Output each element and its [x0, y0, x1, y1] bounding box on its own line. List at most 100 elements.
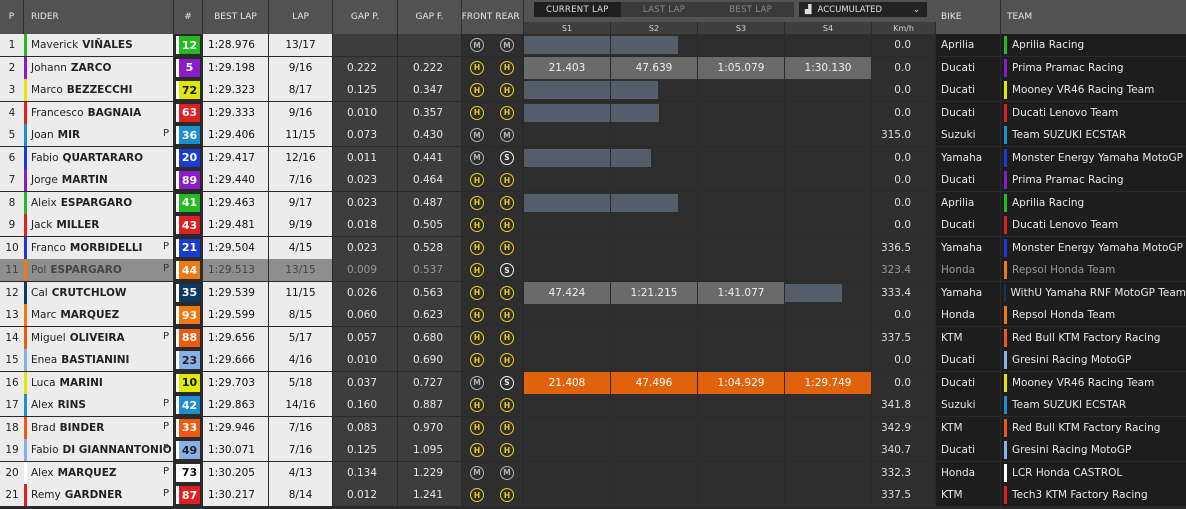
team-color-bar	[1004, 328, 1007, 347]
rider-name-cell[interactable]: Pol ESPARGARO P	[27, 259, 173, 281]
bike-cell: Yamaha	[936, 146, 1000, 169]
table-row[interactable]: 13 Marc MARQUEZ 93 1:29.599 8/15 0.060 0.623 H H 0…	[0, 304, 1186, 327]
rider-first-name: Fabio	[31, 151, 59, 164]
rider-name-cell[interactable]: Aleix ESPARGARO	[27, 191, 173, 214]
table-row[interactable]: 5 Joan MIR P 36 1:29.406 11/15 0.073 0.430 M M 315.…	[0, 124, 1186, 147]
tyre-compound-icon: H	[500, 285, 514, 300]
table-row[interactable]: 20 Alex MARQUEZ P 73 1:30.205 4/13 0.134 1.229 M M…	[0, 461, 1186, 485]
position-cell: 8	[0, 191, 24, 214]
rider-name-cell[interactable]: Jorge MARTIN	[27, 169, 173, 191]
table-row[interactable]: 10 Franco MORBIDELLI P 21 1:29.504 4/15 0.023 0.…	[0, 236, 1186, 260]
col-header-number[interactable]: #	[174, 0, 203, 34]
col-header-gap-first[interactable]: GAP F.	[398, 0, 462, 34]
speed-cell: 0.0	[872, 214, 935, 236]
position-cell: 2	[0, 56, 24, 79]
rider-name-cell[interactable]: Marc MARQUEZ	[27, 304, 173, 326]
table-row[interactable]: 18 Brad BINDER P 33 1:29.946 7/16 0.083 0.970 H H 3…	[0, 416, 1186, 440]
front-tyre-cell: H	[462, 236, 492, 259]
best-lap-cell: 1:29.198	[203, 56, 268, 79]
table-row[interactable]: 9 Jack MILLER 43 1:29.481 9/19 0.018 0.505 H H 0.0…	[0, 214, 1186, 237]
rider-name-cell[interactable]: Alex MARQUEZ P	[27, 461, 173, 484]
table-row[interactable]: 12 Cal CRUTCHLOW 35 1:29.539 11/15 0.026 0.563 H…	[0, 281, 1186, 305]
rider-name-cell[interactable]: Brad BINDER P	[27, 416, 173, 439]
rider-number-badge: 21	[176, 238, 200, 257]
col-header-best-lap[interactable]: BEST LAP	[203, 0, 269, 34]
rider-first-name: Alex	[31, 399, 54, 411]
table-row[interactable]: 6 Fabio QUARTARARO 20 1:29.417 12/16 0.011 0.44…	[0, 146, 1186, 170]
rider-name-cell[interactable]: Remy GARDNER P	[27, 484, 173, 506]
rider-number-cell: 88	[174, 327, 202, 349]
rider-name-cell[interactable]: Alex RINS P	[27, 394, 173, 416]
rider-name-cell[interactable]: Maverick VIÑALES	[27, 34, 173, 56]
team-color-bar	[1004, 463, 1007, 482]
col-header-speed[interactable]: Km/h	[872, 22, 936, 34]
tab-last-lap[interactable]: LAST LAP	[621, 2, 708, 17]
sector-progress-bar	[524, 148, 610, 167]
sector-s4-cell	[785, 34, 871, 56]
rider-last-name: QUARTARARO	[62, 151, 144, 164]
rider-name-cell[interactable]: Enea BASTIANINI	[27, 349, 173, 371]
rider-last-name: MORBIDELLI	[69, 241, 143, 254]
tab-best-lap[interactable]: BEST LAP	[707, 2, 794, 17]
table-row[interactable]: 7 Jorge MARTIN 89 1:29.440 7/16 0.023 0.464 H H 0.…	[0, 169, 1186, 192]
front-tyre-cell: H	[462, 416, 492, 439]
table-row[interactable]: 21 Remy GARDNER P 87 1:30.217 8/14 0.012 1.241 H H…	[0, 484, 1186, 507]
rider-name-cell[interactable]: Fabio DI GIANNANTONIO P	[27, 439, 173, 461]
col-header-gap-previous[interactable]: GAP P.	[333, 0, 398, 34]
rider-name-cell[interactable]: Franco MORBIDELLI P	[27, 236, 173, 259]
rider-number-badge: 5	[176, 58, 200, 77]
sector-s1-cell	[524, 146, 610, 169]
rider-number-cell: 41	[174, 192, 202, 214]
rear-tyre-cell: M	[492, 34, 522, 56]
rider-name-cell[interactable]: Johann ZARCO	[27, 56, 173, 79]
table-row[interactable]: 3 Marco BEZZECCHI 72 1:29.323 8/17 0.125 0.347 H…	[0, 79, 1186, 102]
rider-name-cell[interactable]: Francesco BAGNAIA	[27, 101, 173, 124]
gap-previous-cell: 0.060	[333, 304, 397, 326]
tab-current-lap[interactable]: CURRENT LAP	[534, 2, 621, 17]
table-row[interactable]: 2 Johann ZARCO 5 1:29.198 9/16 0.222 0.222 H H 21.…	[0, 56, 1186, 80]
speed-cell: 0.0	[872, 169, 935, 191]
col-header-rear-tyre[interactable]: REAR	[492, 0, 524, 34]
rider-name-cell[interactable]: Miguel OLIVEIRA P	[27, 326, 173, 349]
rider-name-cell[interactable]: Luca MARINI	[27, 371, 173, 394]
table-row[interactable]: 15 Enea BASTIANINI 23 1:29.666 4/16 0.010 0.690…	[0, 349, 1186, 372]
gap-first-cell: 0.441	[398, 146, 461, 169]
sector-s3-cell	[698, 169, 784, 191]
rider-number-badge: 44	[176, 261, 200, 279]
rider-last-name: BAGNAIA	[87, 106, 142, 119]
table-row[interactable]: 17 Alex RINS P 42 1:29.863 14/16 0.160 0.887 H H 34…	[0, 394, 1186, 417]
gap-previous-cell: 0.160	[333, 394, 397, 416]
sector-s4-cell	[785, 101, 871, 124]
rider-name-cell[interactable]: Cal CRUTCHLOW	[27, 281, 173, 304]
table-row[interactable]: 1 Maverick VIÑALES 12 1:28.976 13/17 M M 0.0 Apri…	[0, 34, 1186, 57]
rider-name-cell[interactable]: Fabio QUARTARARO	[27, 146, 173, 169]
col-header-front-tyre[interactable]: FRONT	[462, 0, 493, 34]
table-row[interactable]: 16 Luca MARINI 10 1:29.703 5/18 0.037 0.727 M S 21…	[0, 371, 1186, 395]
best-lap-cell: 1:29.666	[203, 349, 268, 371]
col-header-rider[interactable]: RIDER	[24, 0, 174, 34]
rider-first-name: Johann	[31, 61, 67, 74]
col-header-bike[interactable]: BIKE	[936, 0, 1001, 34]
rear-tyre-cell: S	[492, 259, 522, 281]
sector-s2-cell	[611, 146, 697, 169]
table-row[interactable]: 4 Francesco BAGNAIA 63 1:29.333 9/16 0.010 0.35…	[0, 101, 1186, 125]
col-header-lap[interactable]: LAP	[269, 0, 333, 34]
sector-s2-cell	[611, 394, 697, 416]
table-row[interactable]: 8 Aleix ESPARGARO 41 1:29.463 9/17 0.023 0.487 H…	[0, 191, 1186, 215]
rider-name-cell[interactable]: Marco BEZZECCHI	[27, 79, 173, 101]
sector-s4-cell	[785, 484, 871, 506]
front-tyre-cell: H	[462, 439, 492, 461]
table-row[interactable]: 11 Pol ESPARGARO P 44 1:29.513 13/15 0.009 0.537…	[0, 259, 1186, 282]
rider-name-cell[interactable]: Jack MILLER	[27, 214, 173, 236]
rider-name-cell[interactable]: Joan MIR P	[27, 124, 173, 146]
col-header-team[interactable]: TEAM	[1001, 0, 1186, 34]
table-row[interactable]: 19 Fabio DI GIANNANTONIO P 49 1:30.071 7/16 0.1…	[0, 439, 1186, 462]
team-cell: Team SUZUKI ECSTAR	[1001, 394, 1186, 416]
lap-count-cell: 4/15	[269, 236, 332, 259]
col-header-position[interactable]: P	[0, 0, 24, 34]
mode-dropdown[interactable]: ▟ ACCUMULATED ⌄	[799, 2, 927, 17]
sector-s1-cell	[524, 169, 610, 191]
tyre-compound-icon: H	[470, 83, 484, 97]
best-lap-cell: 1:29.539	[203, 281, 268, 304]
table-row[interactable]: 14 Miguel OLIVEIRA P 88 1:29.656 5/17 0.057 0.68…	[0, 326, 1186, 350]
